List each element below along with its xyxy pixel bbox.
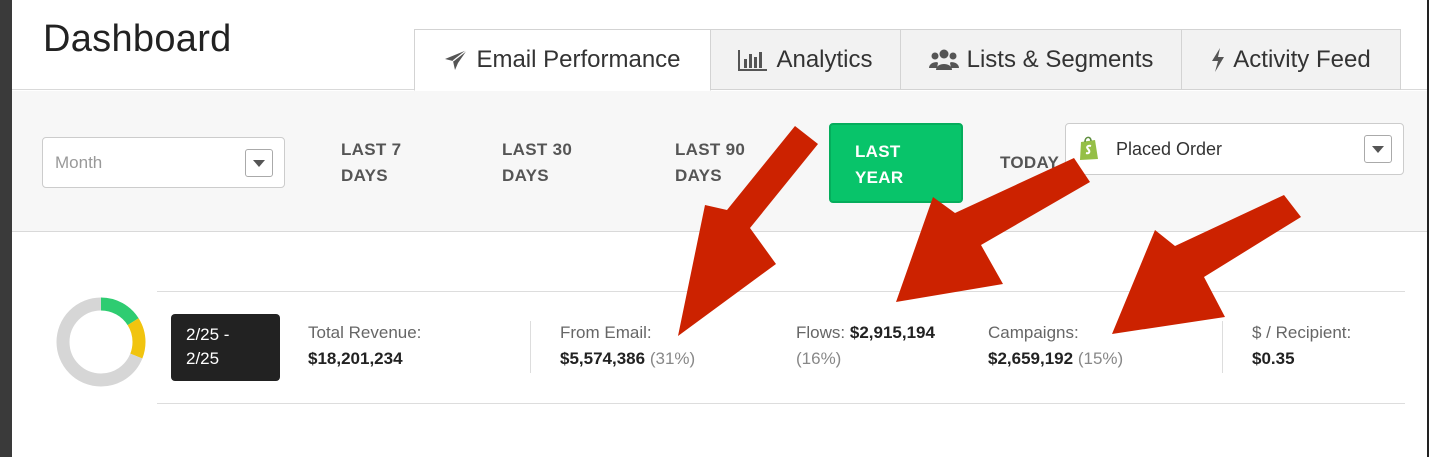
page-title: Dashboard xyxy=(43,18,232,60)
date-range-badge: 2/25 - 2/25 xyxy=(171,314,280,381)
tab-activity-feed[interactable]: Activity Feed xyxy=(1181,29,1401,90)
month-select[interactable]: Month xyxy=(42,137,285,188)
range-label-line1: LAST 7 xyxy=(341,140,402,159)
paper-plane-icon xyxy=(444,49,468,71)
chevron-down-icon[interactable] xyxy=(245,149,273,177)
tab-analytics[interactable]: Analytics xyxy=(710,29,901,90)
stat-total-revenue: Total Revenue: $18,201,234 xyxy=(308,320,421,372)
stat-value: $5,574,386 xyxy=(560,349,646,368)
range-label-line1: TODAY xyxy=(1000,153,1060,172)
stat-label: Campaigns: xyxy=(988,323,1079,342)
bolt-icon xyxy=(1211,47,1225,72)
stat-label: $ / Recipient: xyxy=(1252,323,1352,342)
stat-percent: (31%) xyxy=(649,349,696,368)
date-range-line1: 2/25 - xyxy=(186,325,230,344)
bar-chart-icon xyxy=(738,49,768,71)
stat-percent: (15%) xyxy=(1077,349,1124,368)
stat-label: Total Revenue: xyxy=(308,323,422,342)
range-last-90-days[interactable]: LAST 90 DAYS xyxy=(675,137,745,189)
revenue-donut-chart xyxy=(55,296,147,388)
tab-email-performance[interactable]: Email Performance xyxy=(414,29,711,91)
stat-flows: Flows: $2,915,194 (16%) xyxy=(796,320,935,372)
range-today[interactable]: TODAY xyxy=(1000,150,1059,176)
range-label-line2: DAYS xyxy=(341,166,388,185)
tab-bar: Email Performance Analytics Lists & Segm… xyxy=(414,29,1401,91)
divider xyxy=(1222,321,1223,373)
stat-value: $2,915,194 xyxy=(849,323,935,342)
stat-label: From Email: xyxy=(560,323,652,342)
range-label-line1: LAST 30 xyxy=(502,140,573,159)
tab-label: Analytics xyxy=(776,45,873,73)
tab-lists-segments[interactable]: Lists & Segments xyxy=(900,29,1182,90)
stat-label: Flows: xyxy=(796,323,846,342)
range-last-7-days[interactable]: LAST 7 DAYS xyxy=(341,137,401,189)
dashboard-header: Dashboard Email Performance Analytics Li… xyxy=(12,0,1429,91)
filter-bar: Month LAST 7 DAYS LAST 30 DAYS LAST 90 D… xyxy=(12,91,1429,232)
range-label-line2: DAYS xyxy=(502,166,549,185)
range-label-line1: LAST xyxy=(855,142,901,161)
metric-select-label: Placed Order xyxy=(1116,139,1223,159)
stat-from-email: From Email: $5,574,386 (31%) xyxy=(560,320,695,372)
dashboard-window: Dashboard Email Performance Analytics Li… xyxy=(12,0,1429,457)
stat-campaigns: Campaigns: $2,659,192 (15%) xyxy=(988,320,1123,372)
users-icon xyxy=(928,49,959,71)
stat-percent: (16%) xyxy=(796,349,842,368)
stat-per-recipient: $ / Recipient: $0.35 xyxy=(1252,320,1351,372)
range-label-line1: LAST 90 xyxy=(675,140,746,159)
range-last-30-days[interactable]: LAST 30 DAYS xyxy=(502,137,572,189)
month-placeholder: Month xyxy=(55,153,103,172)
tab-label: Activity Feed xyxy=(1233,45,1371,73)
tab-label: Email Performance xyxy=(476,46,681,73)
range-label-line2: DAYS xyxy=(675,166,722,185)
divider xyxy=(530,321,531,373)
tab-label: Lists & Segments xyxy=(966,45,1154,73)
date-range-line2: 2/25 xyxy=(186,349,220,368)
stat-value: $2,659,192 xyxy=(988,349,1074,368)
metric-select[interactable]: Placed Order xyxy=(1065,123,1404,175)
chevron-down-icon[interactable] xyxy=(1364,135,1392,163)
stat-value: $0.35 xyxy=(1252,349,1295,368)
shopify-icon xyxy=(1078,135,1100,161)
range-label-line2: YEAR xyxy=(855,168,904,187)
stat-value: $18,201,234 xyxy=(308,349,403,368)
range-last-year[interactable]: LAST YEAR xyxy=(829,123,963,203)
